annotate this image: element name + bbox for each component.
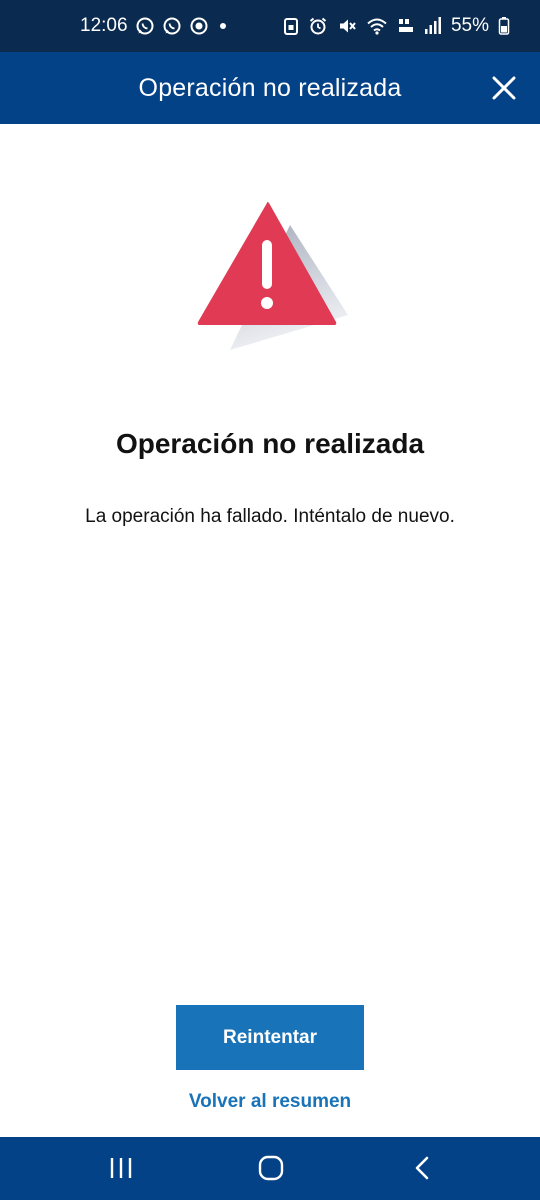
- system-nav-bar: [0, 1137, 540, 1200]
- whatsapp-icon: [135, 16, 155, 36]
- battery-icon: [498, 16, 510, 36]
- dot-icon: [216, 16, 230, 36]
- close-button[interactable]: [490, 74, 518, 102]
- warning-triangle-icon: [190, 195, 350, 355]
- notification-app-icon: [189, 16, 209, 36]
- whatsapp-icon: [162, 16, 182, 36]
- recent-apps-icon: [110, 1158, 132, 1178]
- status-right: 55%: [283, 15, 510, 37]
- retry-button[interactable]: Reintentar: [176, 1005, 364, 1070]
- error-message: La operación ha fallado. Inténtalo de nu…: [85, 506, 455, 527]
- battery-percentage: 55%: [450, 15, 489, 36]
- alarm-icon: [308, 16, 328, 36]
- status-time: 12:06: [80, 15, 128, 36]
- signal-icon: [424, 16, 442, 36]
- status-left: 12:06: [80, 15, 230, 37]
- mute-icon: [337, 16, 357, 36]
- back-to-summary-link[interactable]: Volver al resumen: [0, 1091, 540, 1113]
- page-title: Operación no realizada: [115, 428, 425, 459]
- close-icon: [492, 76, 516, 100]
- app-header: Operación no realizada: [0, 52, 540, 124]
- back-icon: [415, 1156, 429, 1180]
- volte-icon: [397, 16, 415, 36]
- header-title: Operación no realizada: [138, 73, 402, 102]
- back-button[interactable]: [411, 1155, 435, 1181]
- home-button[interactable]: [257, 1155, 285, 1181]
- status-bar: 12:06 55%: [0, 0, 540, 52]
- wifi-icon: [366, 16, 388, 36]
- home-icon: [258, 1155, 284, 1181]
- sim-lock-icon: [283, 16, 299, 36]
- recent-apps-button[interactable]: [108, 1155, 134, 1181]
